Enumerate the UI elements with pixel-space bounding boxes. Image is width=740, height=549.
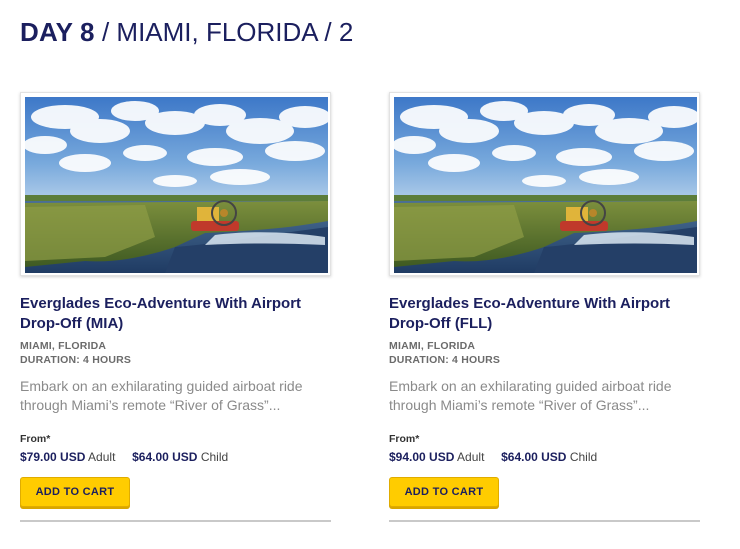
price-line: $94.00 USD Adult $64.00 USD Child <box>389 450 597 465</box>
child-label: Child <box>569 450 598 464</box>
product-duration: DURATION: 4 HOURS <box>389 354 501 366</box>
day-location: / MIAMI, FLORIDA / 2 <box>94 17 354 47</box>
product-duration: DURATION: 4 HOURS <box>20 354 132 366</box>
child-price: $64.00 USD <box>501 450 567 464</box>
child-label: Child <box>200 450 229 464</box>
product-description: Embark on an exhilarating guided airboat… <box>20 378 303 413</box>
product-card: Everglades Eco-Adventure With Airport Dr… <box>389 92 702 522</box>
adult-label: Adult <box>88 450 116 464</box>
child-price: $64.00 USD <box>132 450 198 464</box>
product-image[interactable] <box>25 97 328 273</box>
card-divider <box>20 520 331 522</box>
product-title[interactable]: Everglades Eco-Adventure With Airport Dr… <box>20 294 333 334</box>
product-card: Everglades Eco-Adventure With Airport Dr… <box>20 92 333 522</box>
price-line: $79.00 USD Adult $64.00 USD Child <box>20 450 228 465</box>
page: DAY 8 / MIAMI, FLORIDA / 2 Everglades Ec… <box>0 0 740 549</box>
product-title[interactable]: Everglades Eco-Adventure With Airport Dr… <box>389 294 702 334</box>
product-location: MIAMI, FLORIDA <box>20 340 107 352</box>
price-from-label: From* <box>389 433 420 445</box>
product-image-frame[interactable] <box>20 92 331 276</box>
product-location: MIAMI, FLORIDA <box>389 340 476 352</box>
product-image[interactable] <box>394 97 697 273</box>
product-description: Embark on an exhilarating guided airboat… <box>389 378 672 413</box>
price-from-label: From* <box>20 433 51 445</box>
card-divider <box>389 520 700 522</box>
day-heading: DAY 8 / MIAMI, FLORIDA / 2 <box>20 16 353 48</box>
product-image-frame[interactable] <box>389 92 700 276</box>
add-to-cart-button[interactable]: ADD TO CART <box>389 477 499 507</box>
adult-price: $94.00 USD <box>389 450 455 464</box>
add-to-cart-button[interactable]: ADD TO CART <box>20 477 130 507</box>
adult-label: Adult <box>457 450 485 464</box>
adult-price: $79.00 USD <box>20 450 86 464</box>
day-label: DAY 8 <box>20 17 95 47</box>
